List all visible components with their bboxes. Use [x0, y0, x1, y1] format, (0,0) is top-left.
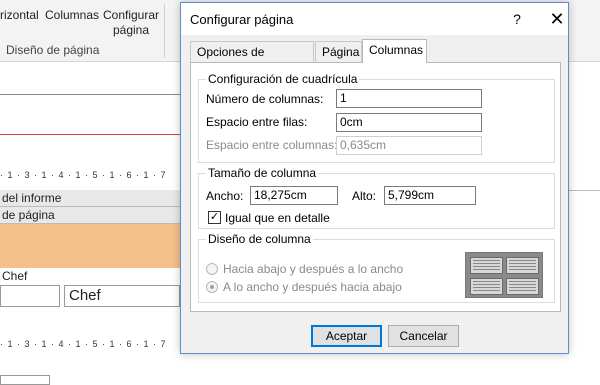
num-columns-label: Número de columnas: [206, 92, 324, 106]
preview-cell [506, 257, 539, 274]
report-canvas-edge [568, 190, 600, 276]
width-input[interactable]: 18,275cm [250, 186, 338, 205]
dialog-title: Configurar página [190, 12, 294, 27]
across-then-down-radio[interactable] [206, 281, 218, 293]
cancel-button[interactable]: Cancelar [388, 325, 459, 347]
grid-settings-legend: Configuración de cuadrícula [206, 72, 360, 86]
report-divider [0, 94, 180, 95]
column-spacing-label: Espacio entre columnas: [206, 138, 338, 152]
column-size-legend: Tamaño de columna [206, 166, 319, 180]
ribbon-page-setup-label-1: Configurar [102, 8, 160, 22]
section-chef-header[interactable]: Chef [0, 268, 180, 285]
column-layout-legend: Diseño de columna [206, 232, 313, 246]
ribbon-columns-label: Columnas [44, 8, 100, 22]
page-setup-dialog: Configurar página ? ✕ Opciones de impres… [180, 2, 569, 354]
ribbon-horizontal-label: rizontal [0, 8, 39, 22]
report-margin-line [0, 134, 180, 135]
report-control-chef[interactable]: Chef [64, 285, 180, 307]
ribbon-page-setup-button[interactable]: Configurar página [100, 8, 162, 46]
column-spacing-input[interactable]: 0,635cm [336, 136, 482, 155]
row-spacing-label: Espacio entre filas: [206, 115, 308, 129]
across-then-down-label: A lo ancho y después hacia abajo [223, 280, 402, 294]
ribbon-group-label: Diseño de página [6, 43, 100, 57]
column-layout-preview-icon [465, 252, 543, 298]
same-as-detail-label: Igual que en detalle [225, 211, 330, 225]
ribbon-columns-button[interactable]: Columnas [44, 8, 100, 46]
section-report-header[interactable]: del informe [0, 190, 180, 207]
preview-cell [506, 278, 539, 295]
down-then-across-label: Hacia abajo y después a lo ancho [223, 262, 404, 276]
help-button[interactable]: ? [507, 9, 527, 29]
column-layout-group: Diseño de columna Hacia abajo y después … [198, 232, 555, 303]
down-then-across-radio[interactable] [206, 263, 218, 275]
ribbon-separator [164, 4, 165, 58]
report-control-bottom[interactable] [0, 375, 50, 385]
dialog-title-bar[interactable]: Configurar página ? ✕ [181, 3, 568, 35]
width-label: Ancho: [206, 189, 244, 203]
ribbon-horizontal-button[interactable]: rizontal [0, 8, 44, 46]
preview-cell [470, 257, 503, 274]
section-page-header[interactable]: de página [0, 207, 180, 224]
preview-cell [470, 278, 503, 295]
column-size-group: Tamaño de columna Ancho: 18,275cm Alto: … [198, 166, 555, 229]
tab-columns[interactable]: Columnas [362, 39, 427, 63]
columns-tab-panel: Configuración de cuadrícula Número de co… [190, 62, 561, 312]
accept-button[interactable]: Aceptar [311, 325, 382, 347]
height-input[interactable]: 5,799cm [384, 186, 476, 205]
horizontal-ruler: · 1 · 3 · 1 · 4 · 1 · 5 · 1 · 6 · 1 · 7 [0, 170, 167, 180]
close-icon[interactable]: ✕ [547, 9, 567, 29]
row-spacing-input[interactable]: 0cm [336, 113, 482, 132]
height-label: Alto: [352, 189, 377, 203]
page-header-area [0, 224, 180, 268]
horizontal-ruler-bottom: · 1 · 3 · 1 · 4 · 1 · 5 · 1 · 6 · 1 · 7 [0, 339, 167, 349]
num-columns-input[interactable]: 1 [336, 89, 482, 108]
grid-settings-group: Configuración de cuadrícula Número de co… [198, 72, 555, 163]
tab-print-options[interactable]: Opciones de impresión [190, 41, 314, 79]
report-control-label[interactable] [0, 285, 60, 307]
same-as-detail-checkbox[interactable]: ✓ [208, 211, 221, 224]
ribbon-page-setup-label-2: página [112, 23, 150, 37]
tab-page[interactable]: Página [315, 41, 362, 62]
